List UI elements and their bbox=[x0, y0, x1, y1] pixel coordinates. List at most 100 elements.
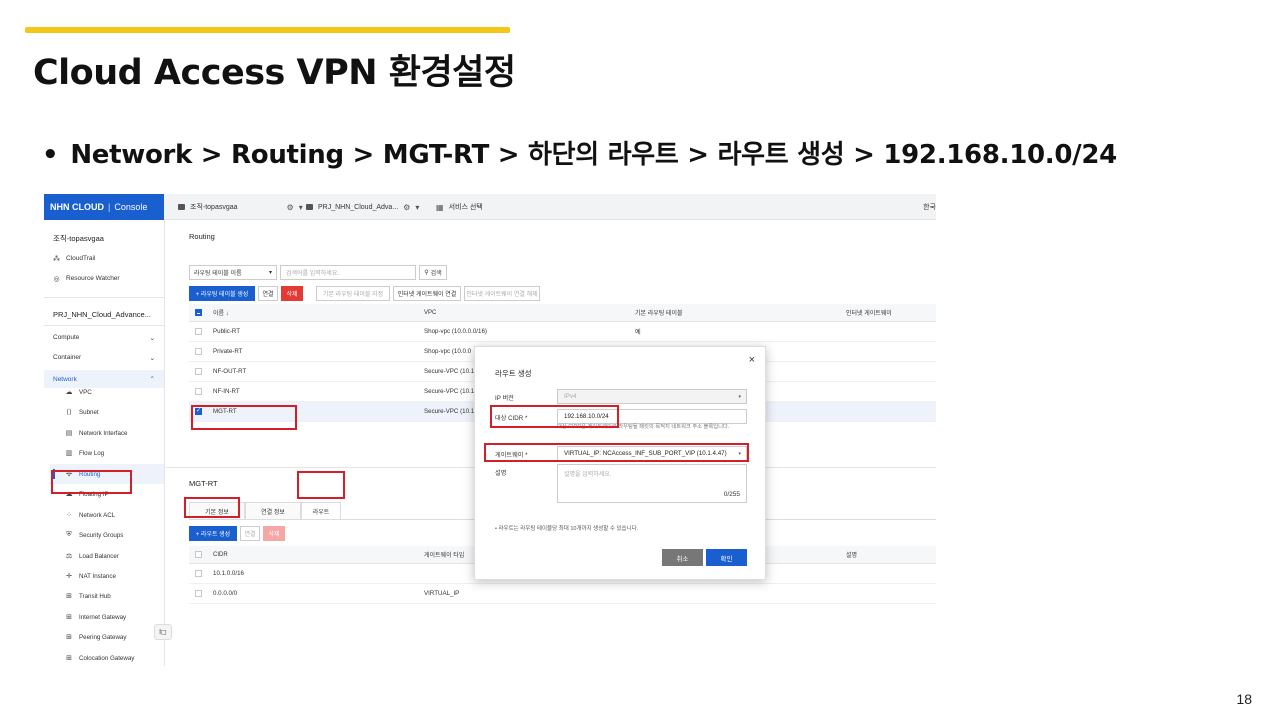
sidebar-item-peering-gateway[interactable]: ⊞ Peering Gateway bbox=[65, 633, 127, 642]
igw-disconnect-button[interactable]: 인터넷 게이트웨이 연결 해제 bbox=[464, 286, 540, 301]
sidebar-item-nat-instance[interactable]: ✛ NAT Instance bbox=[65, 572, 116, 581]
sidebar-item-internet-gateway[interactable]: ⊞ Internet Gateway bbox=[65, 613, 126, 622]
sidebar-item-label: Resource Watcher bbox=[66, 275, 120, 282]
row-gateway-type: VIRTUAL_IP bbox=[424, 590, 460, 597]
sidebar-item-vpc[interactable]: ☁ VPC bbox=[65, 388, 92, 397]
chevron-down-icon[interactable]: ▾ bbox=[299, 203, 303, 212]
row-checkbox[interactable] bbox=[195, 362, 202, 381]
table-row[interactable]: 0.0.0.0/0 VIRTUAL_IP bbox=[189, 584, 936, 604]
sidebar-item-flow-log[interactable]: ▥ Flow Log bbox=[65, 449, 105, 458]
gear-icon[interactable]: ⚙ bbox=[403, 203, 410, 212]
close-icon[interactable]: × bbox=[749, 354, 755, 366]
highlight-route-tab bbox=[297, 471, 345, 499]
row-checkbox[interactable] bbox=[195, 382, 202, 401]
search-input[interactable]: 검색어를 입력하세요. bbox=[280, 265, 416, 280]
tab-routes[interactable]: 라우트 bbox=[301, 502, 341, 519]
bullet-dot: • bbox=[42, 140, 59, 170]
sidebar-item-subnet[interactable]: ⟨⟩ Subnet bbox=[65, 408, 99, 417]
service-selector[interactable]: ▦ 서비스 선택 bbox=[436, 194, 483, 220]
sidebar-org[interactable]: 조직-topasvgaa bbox=[53, 233, 104, 244]
sidebar-category-network[interactable]: Network ⌃ bbox=[44, 370, 164, 388]
org-icon bbox=[178, 204, 185, 210]
transit-hub-icon: ⊞ bbox=[66, 593, 72, 600]
sidebar-item-cloudtrail[interactable]: ⁂ CloudTrail bbox=[53, 255, 95, 263]
modal-title: 라우트 생성 bbox=[495, 369, 532, 378]
chevron-down-icon[interactable]: ▾ bbox=[415, 203, 419, 212]
column-header[interactable]: 이름 ↓ bbox=[213, 304, 229, 321]
create-routing-table-button[interactable]: + 라우팅 테이블 생성 bbox=[189, 286, 255, 301]
logo-suffix: Console bbox=[114, 202, 148, 212]
sidebar-item-colocation-gateway[interactable]: ⊞ Colocation Gateway bbox=[65, 654, 135, 663]
sidebar-item-label: Network Interface bbox=[79, 429, 128, 437]
connect-button[interactable]: 연결 bbox=[258, 286, 278, 301]
cloudtrail-icon: ⁂ bbox=[53, 255, 60, 263]
column-header: 게이트웨이 타입 bbox=[424, 553, 465, 559]
sidebar-item-resource-watcher[interactable]: ◎ Resource Watcher bbox=[53, 275, 120, 283]
project-selector[interactable]: PRJ_NHN_Cloud_Adva... ⚙ ▾ bbox=[306, 194, 419, 220]
route-delete-button[interactable]: 삭제 bbox=[263, 526, 285, 541]
description-textarea[interactable]: 설명을 입력하세요. 0/255 bbox=[557, 464, 747, 503]
sidebar-category-compute[interactable]: Compute ⌄ bbox=[53, 334, 155, 342]
row-name: Private-RT bbox=[213, 348, 243, 355]
row-checkbox[interactable] bbox=[195, 342, 202, 361]
highlight-gateway bbox=[484, 443, 749, 462]
language-selector[interactable]: 한국 bbox=[923, 194, 936, 220]
subnet-icon: ⟨⟩ bbox=[66, 409, 72, 416]
sidebar-item-label: Subnet bbox=[79, 408, 99, 416]
row-name: Public-RT bbox=[213, 328, 241, 335]
row-vpc: Shop-vpc (10.0.0 bbox=[424, 348, 472, 355]
org-label: 조직-topasvgaa bbox=[190, 204, 238, 211]
cancel-button[interactable]: 취소 bbox=[662, 549, 703, 566]
network-acl-icon: ⁘ bbox=[66, 512, 72, 519]
instruction-text: Network > Routing > MGT-RT > 하단의 라우트 > 라… bbox=[70, 140, 1117, 170]
org-selector[interactable]: 조직-topasvgaa ⚙ ▾ bbox=[178, 194, 303, 220]
row-vpc: Secure-VPC (10.1. bbox=[424, 388, 476, 395]
sidebar-project[interactable]: PRJ_NHN_Cloud_Advance... bbox=[53, 310, 151, 319]
sidebar-item-label: Network ACL bbox=[79, 511, 116, 519]
sidebar-item-label: Peering Gateway bbox=[79, 633, 127, 641]
description-label: 설명 bbox=[495, 470, 507, 477]
sidebar-item-load-balancer[interactable]: ⚖ Load Balancer bbox=[65, 552, 119, 561]
description-placeholder: 설명을 입력하세요. bbox=[564, 472, 612, 478]
column-header: VPC bbox=[424, 309, 437, 316]
search-icon: ⚲ bbox=[424, 270, 429, 276]
cloud-icon: ☁ bbox=[65, 389, 73, 396]
tab-connection-info[interactable]: 연결 정보 bbox=[245, 502, 301, 519]
delete-button[interactable]: 삭제 bbox=[281, 286, 303, 301]
gear-icon[interactable]: ⚙ bbox=[287, 203, 294, 212]
sidebar-item-transit-hub[interactable]: ⊞ Transit Hub bbox=[65, 592, 111, 601]
sidebar-item-label: Colocation Gateway bbox=[79, 654, 135, 662]
search-button[interactable]: ⚲ 검색 bbox=[419, 265, 447, 280]
console-logo[interactable]: NHN CLOUD | Console bbox=[44, 194, 164, 220]
filter-select[interactable]: 라우팅 테이블 이름 ▾ bbox=[189, 265, 277, 280]
row-cidr: 0.0.0.0/0 bbox=[213, 590, 238, 597]
sidebar-item-network-acl[interactable]: ⁘ Network ACL bbox=[65, 511, 116, 520]
sidebar-item-label: Flow Log bbox=[79, 449, 105, 457]
route-limit-note: • 라우트는 라우팅 테이블당 최대 10개까지 생성할 수 있습니다. bbox=[495, 526, 639, 532]
sidebar-item-security-groups[interactable]: ⛨ Security Groups bbox=[65, 531, 123, 539]
column-header: 기본 라우팅 테이블 bbox=[635, 311, 683, 317]
route-connect-button[interactable]: 연결 bbox=[240, 526, 260, 541]
row-checkbox[interactable] bbox=[195, 564, 202, 583]
sidebar-item-label: NAT Instance bbox=[79, 572, 116, 580]
ip-version-select[interactable]: IPv4 ▾ bbox=[557, 389, 747, 404]
highlight-routing-menu bbox=[51, 470, 132, 494]
flow-log-icon: ▥ bbox=[65, 450, 73, 457]
sidebar-item-label: Transit Hub bbox=[79, 592, 111, 600]
confirm-button[interactable]: 확인 bbox=[706, 549, 747, 566]
top-nav: NHN CLOUD | Console 조직-topasvgaa ⚙ ▾ PRJ… bbox=[44, 194, 936, 220]
select-all-checkbox[interactable] bbox=[195, 304, 202, 321]
sidebar-item-label: Load Balancer bbox=[79, 552, 119, 560]
igw-connect-button[interactable]: 인터넷 게이트웨이 연결 bbox=[393, 286, 461, 301]
ip-version-label: IP 버전 bbox=[495, 395, 514, 402]
row-checkbox[interactable] bbox=[195, 584, 202, 603]
table-row[interactable]: Public-RT Shop-vpc (10.0.0.0/16) 예 bbox=[189, 322, 936, 342]
select-all-checkbox[interactable] bbox=[195, 546, 202, 563]
set-default-routing-button[interactable]: 기본 라우팅 테이블 지정 bbox=[316, 286, 390, 301]
create-route-button[interactable]: + 라우트 생성 bbox=[189, 526, 237, 541]
char-counter: 0/255 bbox=[723, 491, 740, 498]
sidebar-item-network-interface[interactable]: ▤ Network Interface bbox=[65, 429, 128, 438]
row-checkbox[interactable] bbox=[195, 322, 202, 341]
peering-gateway-icon: ⊞ bbox=[66, 634, 72, 641]
sidebar-category-container[interactable]: Container ⌄ bbox=[53, 354, 155, 362]
